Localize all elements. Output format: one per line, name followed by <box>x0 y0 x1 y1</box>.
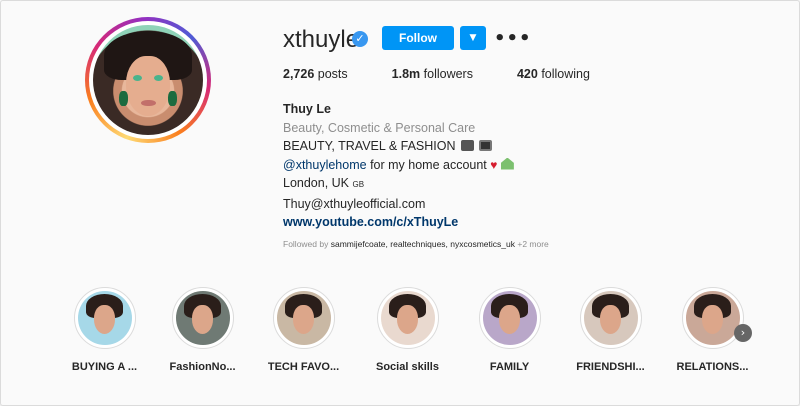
website-link[interactable]: www.youtube.com/c/xThuyLe <box>283 213 514 232</box>
posts-stat: 2,726 posts <box>283 67 348 81</box>
profile-username: xthuyle <box>283 26 360 53</box>
highlight-item[interactable]: Social skills <box>370 287 445 373</box>
highlight-thumbnail <box>685 291 740 345</box>
movie-camera-icon <box>461 140 474 151</box>
profile-category: Beauty, Cosmetic & Personal Care <box>283 120 476 135</box>
home-account-mention-link[interactable]: @xthuylehome <box>283 158 367 172</box>
highlight-label: RELATIONS... <box>676 361 749 373</box>
highlight-item[interactable]: TECH FAVO... <box>266 287 341 373</box>
highlight-label: FashionNo... <box>169 361 236 373</box>
avatar-photo <box>93 25 203 135</box>
highlight-thumbnail <box>482 291 537 345</box>
heart-icon: ♥ <box>490 157 498 172</box>
highlight-thumbnail <box>77 291 132 345</box>
chevron-down-icon: ▼ <box>469 33 477 43</box>
highlight-label: FRIENDSHI... <box>576 361 645 373</box>
highlight-thumbnail <box>175 291 230 345</box>
highlight-label: TECH FAVO... <box>267 361 340 373</box>
highlight-thumbnail <box>276 291 331 345</box>
verified-badge-icon: ✓ <box>352 31 368 47</box>
highlight-thumbnail <box>583 291 638 345</box>
highlight-item[interactable]: BUYING A ... <box>67 287 142 373</box>
highlight-item[interactable]: FashionNo... <box>165 287 240 373</box>
bio-location: London, UK GB <box>283 176 365 190</box>
bio-line-2: @xthuylehome for my home account ♥ <box>283 156 514 175</box>
highlight-label: FAMILY <box>489 361 530 373</box>
highlight-label: BUYING A ... <box>71 361 138 373</box>
highlight-item[interactable]: FRIENDSHI... <box>573 287 648 373</box>
profile-stats: 2,726 posts 1.8m followers 420 following <box>283 67 634 81</box>
flag-icon: GB <box>352 180 365 189</box>
followed-by-text[interactable]: Followed by sammijefcoate, realtechnique… <box>283 239 549 249</box>
highlight-label: Social skills <box>376 361 439 373</box>
more-options-button[interactable]: ••• <box>494 26 531 50</box>
ellipsis-icon: ••• <box>494 27 532 49</box>
house-icon <box>500 157 514 170</box>
bio-line-1: BEAUTY, TRAVEL & FASHION <box>283 137 514 156</box>
highlights-next-arrow-icon[interactable]: › <box>734 324 752 342</box>
profile-avatar[interactable] <box>85 17 211 143</box>
story-highlights: BUYING A ... FashionNo... TECH FAVO... S… <box>67 287 767 387</box>
profile-bio: Thuy Le Beauty, Cosmetic & Personal Care… <box>283 100 514 232</box>
suggested-dropdown-button[interactable]: ▼ <box>460 26 486 50</box>
follow-button[interactable]: Follow <box>382 26 454 50</box>
following-stat[interactable]: 420 following <box>517 67 590 81</box>
followers-stat[interactable]: 1.8m followers <box>392 67 473 81</box>
highlight-item[interactable]: FAMILY <box>472 287 547 373</box>
highlight-thumbnail <box>380 291 435 345</box>
bio-email: Thuy@xthuyleofficial.com <box>283 196 426 211</box>
camera-icon <box>479 140 493 151</box>
profile-full-name: Thuy Le <box>283 102 331 116</box>
